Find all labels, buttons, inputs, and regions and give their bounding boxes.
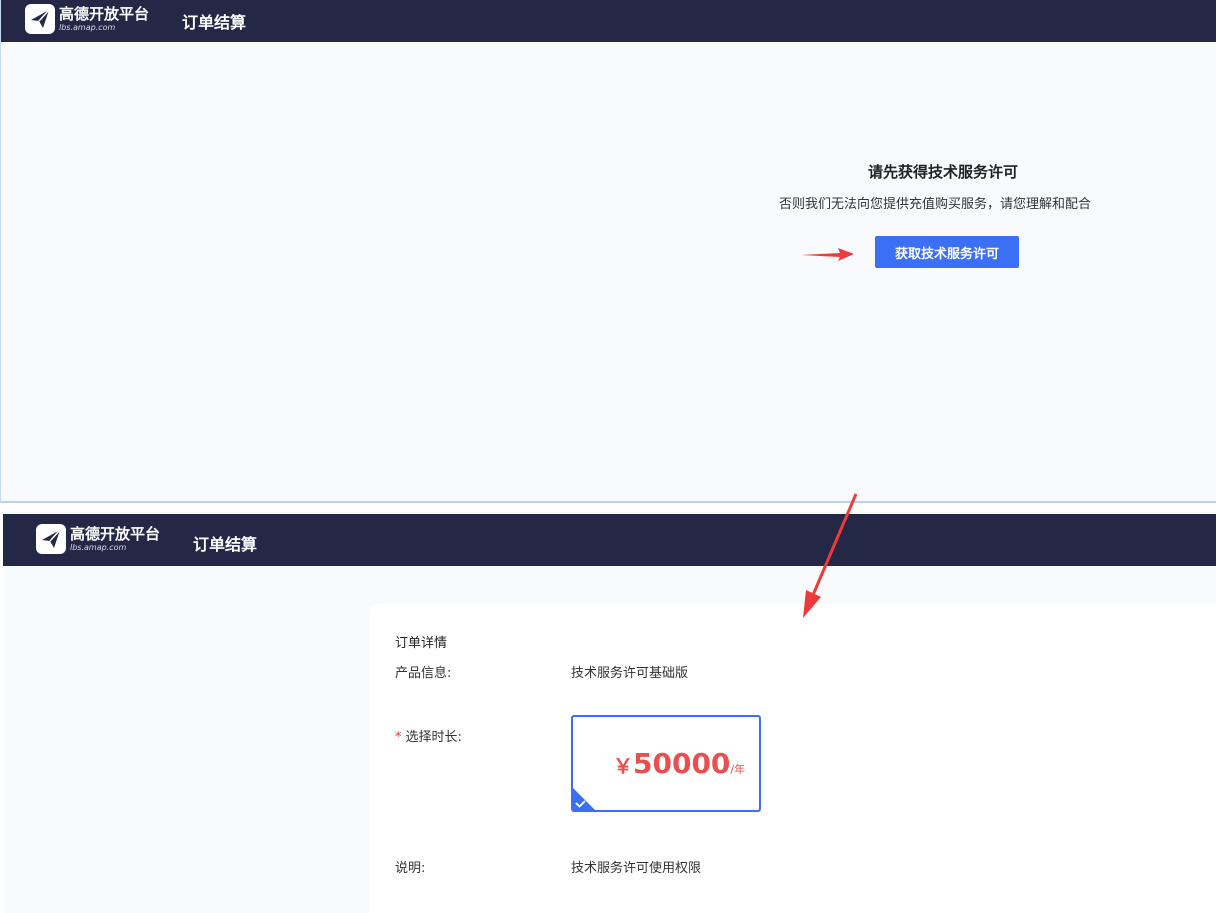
duration-option-yearly[interactable]: ￥50000/年 [571, 715, 761, 812]
brand-logo[interactable]: 高德开放平台 lbs.amap.com [36, 524, 160, 554]
top-navbar: 高德开放平台 lbs.amap.com 订单结算 [3, 514, 1216, 566]
notice-text: 否则我们无法向您提供充值购买服务，请您理解和配合 [779, 197, 1092, 212]
paper-plane-logo-icon [36, 524, 66, 554]
check-icon [573, 788, 595, 810]
notice-title: 请先获得技术服务许可 [868, 163, 1019, 181]
price-unit: /年 [730, 763, 746, 776]
description-value: 技术服务许可使用权限 [571, 861, 702, 876]
brand-name: 高德开放平台 [59, 4, 150, 23]
brand-domain: lbs.amap.com [59, 22, 116, 32]
page-title: 订单结算 [193, 535, 258, 554]
brand-domain: lbs.amap.com [70, 542, 127, 552]
price-display: ￥50000/年 [613, 747, 745, 780]
get-license-button[interactable]: 获取技术服务许可 [875, 236, 1019, 268]
product-value: 技术服务许可基础版 [571, 666, 689, 681]
duration-label: * 选择时长: [395, 726, 462, 745]
description-label: 说明: [395, 861, 426, 876]
price-amount: 50000 [633, 747, 731, 780]
page-title: 订单结算 [182, 13, 247, 32]
step2-screen: 高德开放平台 lbs.amap.com 订单结算 订单详情 产品信息: 技术服务… [3, 512, 1216, 913]
top-navbar: 高德开放平台 lbs.amap.com 订单结算 [1, 0, 1216, 42]
order-section-title: 订单详情 [395, 636, 448, 651]
product-label: 产品信息: [395, 666, 452, 681]
brand-name: 高德开放平台 [70, 524, 161, 543]
brand-logo[interactable]: 高德开放平台 lbs.amap.com [25, 4, 149, 34]
required-mark: * [395, 730, 402, 745]
order-details-card: 订单详情 产品信息: 技术服务许可基础版 * 选择时长: ￥50000/年 说明:… [370, 604, 1216, 913]
paper-plane-logo-icon [25, 4, 55, 34]
step1-screen: 高德开放平台 lbs.amap.com 订单结算 请先获得技术服务许可 否则我们… [0, 0, 1216, 503]
price-currency: ￥ [613, 754, 633, 778]
duration-label-text: 选择时长: [405, 730, 462, 745]
